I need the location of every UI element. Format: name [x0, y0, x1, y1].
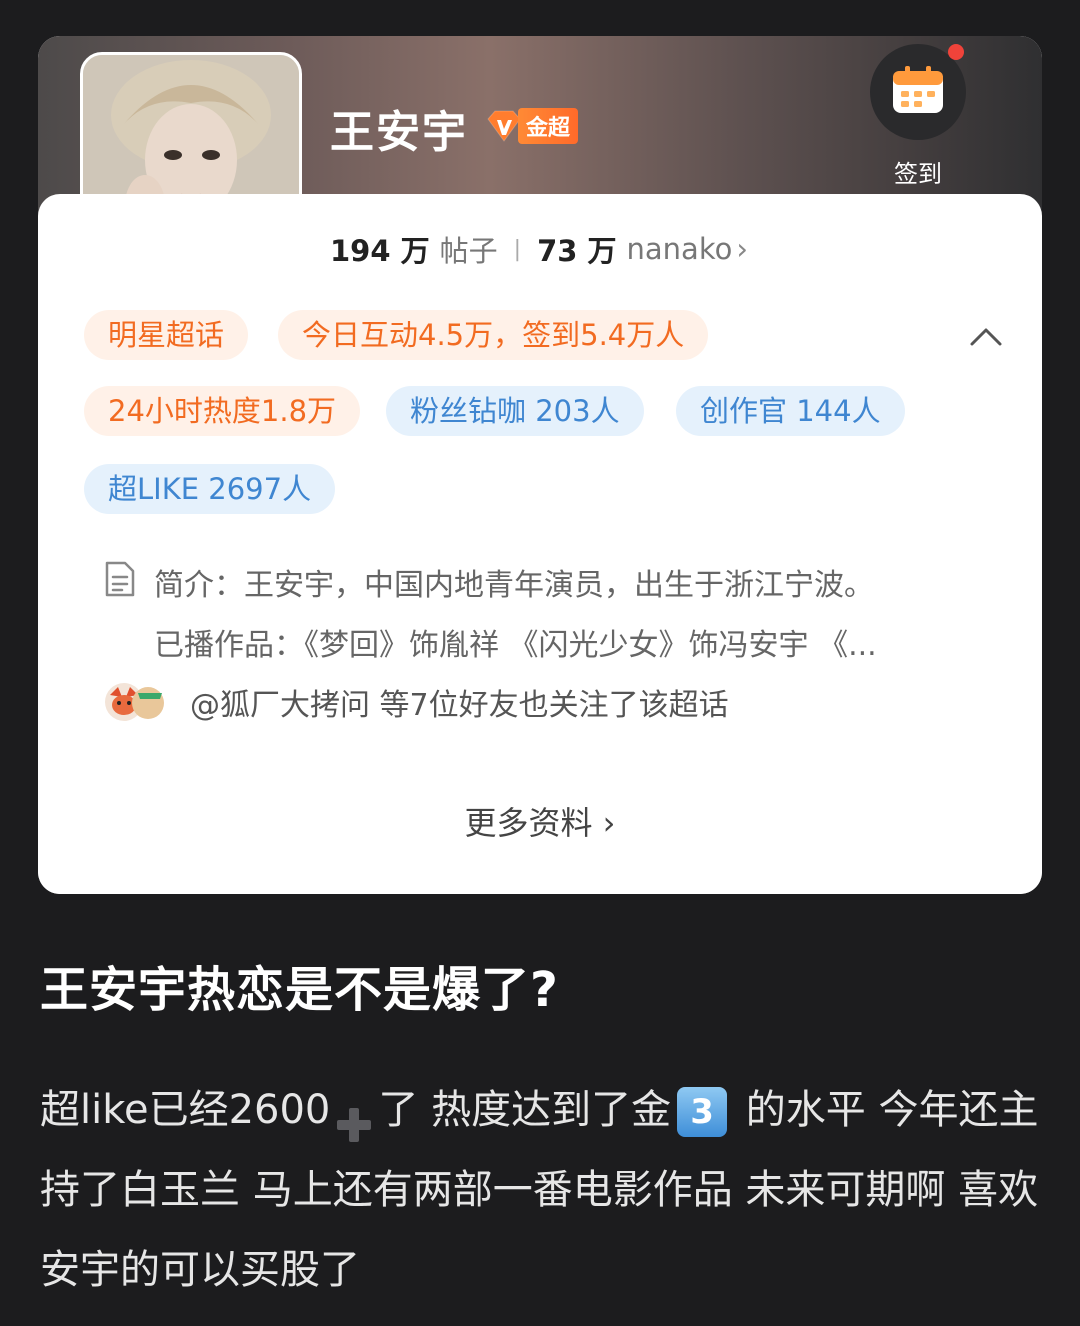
friends-following-row[interactable]: @狐厂大拷问 等7位好友也关注了该超话 — [102, 680, 729, 724]
checkin-button[interactable]: 签到 — [868, 44, 968, 194]
checkin-label: 签到 — [894, 160, 942, 188]
posts-count: 194 万 — [330, 234, 430, 268]
stats-row[interactable]: 194 万 帖子 | 73 万 nanako › — [330, 228, 748, 270]
tag-24h-heat[interactable]: 24小时热度1.8万 — [84, 386, 361, 436]
tag-fan-diamond[interactable]: 粉丝钻咖 203人 — [386, 386, 644, 436]
posts-label: 帖子 — [439, 234, 498, 268]
tag-superlike[interactable]: 超LIKE 2697人 — [84, 464, 336, 514]
post-title: 王安宇热恋是不是爆了? — [40, 962, 559, 1018]
chevron-up-icon[interactable] — [968, 320, 1004, 356]
intro-line-1: 简介：王安宇，中国内地青年演员，出生于浙江宁波。 — [154, 568, 874, 603]
tag-creator[interactable]: 创作官 144人 — [676, 386, 905, 436]
level-badge[interactable]: 金超 — [484, 108, 596, 144]
chevron-right-icon: › — [736, 232, 748, 266]
tag-today-interaction[interactable]: 今日互动4.5万，签到5.4万人 — [278, 310, 709, 360]
keycap-3-emoji: 3 — [677, 1087, 728, 1137]
fans-count: 73 万 — [537, 234, 617, 268]
friends-text: @狐厂大拷问 等7位好友也关注了该超话 — [190, 688, 729, 723]
more-info-link[interactable]: 更多资料 › — [38, 798, 1042, 844]
document-icon — [104, 560, 136, 602]
super-topic-card: 王安宇 金超 签到 194 万 帖子 | 73 万 nanako › 明星超话 … — [38, 36, 1042, 894]
post-text-2: 了 热度达到了金 — [378, 1087, 672, 1133]
notification-dot — [948, 44, 964, 60]
fans-label: nanako — [626, 232, 733, 266]
intro-text[interactable]: 简介：王安宇，中国内地青年演员，出生于浙江宁波。 已播作品：《梦回》饰胤祥 《闪… — [154, 556, 994, 676]
bottom-fade — [0, 1290, 1080, 1326]
intro-line-2: 已播作品：《梦回》饰胤祥 《闪光少女》饰冯安宇 《... — [154, 628, 877, 663]
calendar-icon — [891, 65, 945, 119]
badge-label: 金超 — [518, 108, 579, 144]
info-panel — [38, 194, 1042, 894]
post-body: 超like已经2600 了 热度达到了金 3 的水平 今年还主持了白玉兰 马上还有两… — [40, 1070, 1050, 1310]
friend-avatar — [102, 681, 174, 723]
page-title: 王安宇 — [330, 107, 468, 158]
heavy-plus-emoji — [334, 1092, 374, 1142]
post-text-1: 超like已经2600 — [40, 1087, 331, 1133]
divider: | — [513, 236, 522, 262]
tag-star-topic[interactable]: 明星超话 — [84, 310, 249, 360]
